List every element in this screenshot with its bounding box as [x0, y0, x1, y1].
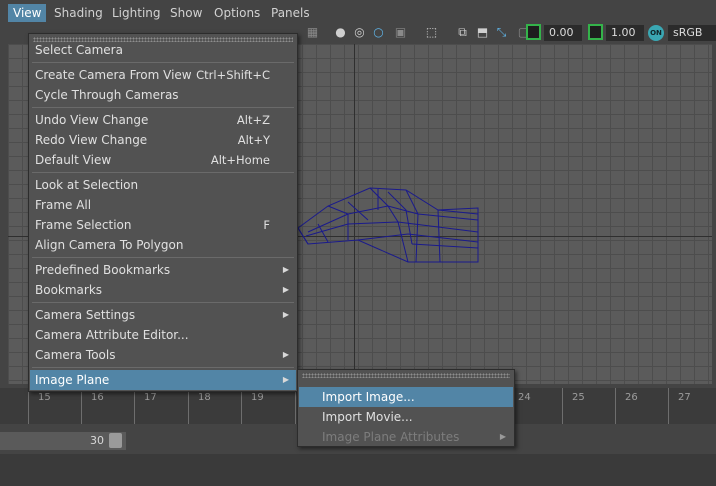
timeline-tick: [134, 388, 135, 424]
isolate-icon[interactable]: ▣: [393, 25, 408, 40]
menu-item-bookmarks[interactable]: Bookmarks ▶: [30, 280, 296, 300]
menu-lighting[interactable]: Lighting: [107, 4, 166, 23]
menu-separator: [32, 302, 294, 303]
timeline-label: 15: [38, 392, 51, 403]
timeline-label: 24: [518, 392, 531, 403]
wireframe-sphere-icon[interactable]: ◎: [352, 25, 367, 40]
menu-item-frame-all[interactable]: Frame All: [30, 195, 296, 215]
timeline-label: 25: [572, 392, 585, 403]
menu-separator: [32, 367, 294, 368]
menu-item-import-image[interactable]: Import Image...: [299, 387, 513, 407]
menu-item-select-camera[interactable]: Select Camera: [30, 40, 296, 60]
timeline-label: 27: [678, 392, 691, 403]
select-camera-icon[interactable]: ⬚: [424, 25, 439, 40]
gamma-toggle-icon[interactable]: [588, 24, 603, 40]
exposure-toggle-icon[interactable]: [526, 24, 541, 40]
range-handle[interactable]: [109, 433, 122, 448]
view-menu: Select Camera Create Camera From View Ctr…: [28, 33, 298, 392]
menu-view[interactable]: View: [8, 4, 47, 23]
ring-icon[interactable]: ○: [371, 25, 386, 40]
menu-item-create-camera-from-view[interactable]: Create Camera From View Ctrl+Shift+C: [30, 65, 296, 85]
timeline-tick: [615, 388, 616, 424]
timeline-tick: [188, 388, 189, 424]
color-management-badge[interactable]: ON: [648, 25, 664, 41]
menu-item-look-at-selection[interactable]: Look at Selection: [30, 175, 296, 195]
menu-item-image-plane-attributes[interactable]: Image Plane Attributes ▶: [299, 427, 513, 447]
bookmark-icon[interactable]: ⧉: [455, 25, 470, 40]
frame-icon[interactable]: ⬒: [475, 25, 490, 40]
grid-icon[interactable]: ▦: [305, 25, 320, 40]
submenu-arrow-icon: ▶: [282, 350, 289, 359]
menu-item-default-view[interactable]: Default View Alt+Home: [30, 150, 296, 170]
timeline-tick: [81, 388, 82, 424]
tear-off-handle[interactable]: [302, 373, 510, 378]
timeline-tick: [668, 388, 669, 424]
submenu-arrow-icon: ▶: [499, 432, 506, 441]
timeline-label: 26: [625, 392, 638, 403]
menu-item-cycle-through-cameras[interactable]: Cycle Through Cameras: [30, 85, 296, 105]
submenu-arrow-icon: ▶: [282, 285, 289, 294]
color-space-field[interactable]: sRGB g: [668, 25, 716, 55]
menu-separator: [32, 62, 294, 63]
menu-item-predefined-bookmarks[interactable]: Predefined Bookmarks ▶: [30, 260, 296, 280]
timeline-label: 17: [144, 392, 157, 403]
submenu-arrow-icon: ▶: [282, 265, 289, 274]
timeline-tick: [28, 388, 29, 424]
submenu-arrow-icon: ▶: [282, 375, 289, 384]
menu-show[interactable]: Show: [165, 4, 207, 23]
range-slider[interactable]: [0, 432, 126, 450]
menu-separator: [32, 172, 294, 173]
timeline-tick: [295, 388, 296, 424]
timeline-tick: [241, 388, 242, 424]
timeline-tick: [562, 388, 563, 424]
submenu-arrow-icon: ▶: [282, 310, 289, 319]
menu-item-camera-attribute-editor[interactable]: Camera Attribute Editor...: [30, 325, 296, 345]
gamma-field[interactable]: 1.00: [606, 25, 644, 41]
wireframe-model[interactable]: [288, 184, 488, 264]
menu-item-image-plane[interactable]: Image Plane ▶: [30, 370, 296, 390]
camera-gate-icon[interactable]: ⤡: [494, 25, 509, 40]
menu-item-align-camera-to-polygon[interactable]: Align Camera To Polygon: [30, 235, 296, 255]
menu-item-redo-view-change[interactable]: Redo View Change Alt+Y: [30, 130, 296, 150]
menu-item-undo-view-change[interactable]: Undo View Change Alt+Z: [30, 110, 296, 130]
menu-separator: [32, 257, 294, 258]
menu-options[interactable]: Options: [209, 4, 265, 23]
menu-item-frame-selection[interactable]: Frame Selection F: [30, 215, 296, 235]
image-plane-submenu: Import Image... Import Movie... Image Pl…: [297, 369, 515, 447]
exposure-field[interactable]: 0.00: [544, 25, 582, 41]
menu-shading[interactable]: Shading: [49, 4, 108, 23]
menu-panels[interactable]: Panels: [266, 4, 315, 23]
menu-item-camera-settings[interactable]: Camera Settings ▶: [30, 305, 296, 325]
bottom-strip: [0, 454, 716, 486]
menu-separator: [32, 107, 294, 108]
menu-item-camera-tools[interactable]: Camera Tools ▶: [30, 345, 296, 365]
timeline-label: 19: [251, 392, 264, 403]
timeline-label: 16: [91, 392, 104, 403]
menu-item-import-movie[interactable]: Import Movie...: [299, 407, 513, 427]
range-end-value: 30: [90, 434, 104, 447]
snapshot-icon[interactable]: ●: [333, 25, 348, 40]
timeline-label: 18: [198, 392, 211, 403]
